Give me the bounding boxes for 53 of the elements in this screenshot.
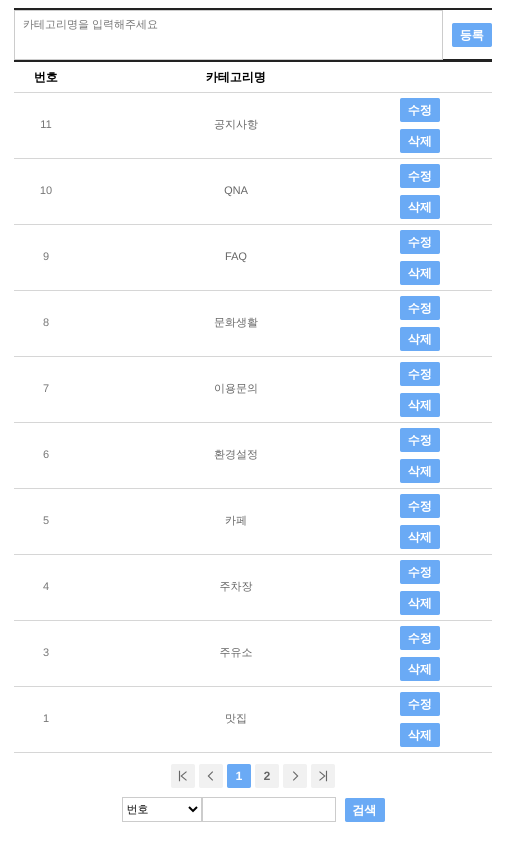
table-cell-text: 카페 (224, 514, 248, 530)
edit-button[interactable]: 수정 (400, 296, 440, 320)
first-page-button[interactable] (171, 764, 195, 788)
table-cell-text: 5 (42, 514, 50, 530)
delete-button[interactable]: 삭제 (400, 129, 440, 153)
table-cell-text: 환경설정 (213, 448, 259, 464)
page-button[interactable]: 1 (227, 764, 251, 788)
column-header: 번호 (33, 69, 59, 86)
table-cell-text: 이용문의 (213, 382, 259, 398)
table-cell-text: 7 (42, 382, 50, 398)
table-cell-text: 11 (39, 118, 53, 134)
delete-button[interactable]: 삭제 (400, 591, 440, 615)
edit-button[interactable]: 수정 (400, 230, 440, 254)
table-cell-text: 4 (42, 580, 50, 596)
register-button[interactable]: 등록 (452, 22, 492, 46)
table-cell-text: 1 (42, 712, 50, 728)
edit-button[interactable]: 수정 (400, 494, 440, 518)
delete-button[interactable]: 삭제 (400, 327, 440, 351)
table-cell-text: 9 (42, 250, 50, 266)
table-cell-text: 맛집 (224, 712, 248, 728)
previous-page-button[interactable] (199, 764, 223, 788)
table-cell-text: 주차장 (218, 580, 254, 596)
edit-button[interactable]: 수정 (400, 98, 440, 122)
edit-button[interactable]: 수정 (400, 560, 440, 584)
table-cell-text: 8 (42, 316, 50, 332)
column-header: 카테고리명 (205, 69, 267, 86)
table-cell-text: 3 (42, 646, 50, 662)
next-page-button[interactable] (283, 764, 307, 788)
table-cell-text: 10 (38, 184, 54, 200)
delete-button[interactable]: 삭제 (400, 723, 440, 747)
table-cell-text: 주유소 (218, 646, 254, 662)
edit-button[interactable]: 수정 (400, 362, 440, 386)
category-name-field[interactable]: 카테고리명을 입력해주세요 (14, 10, 443, 60)
edit-button[interactable]: 수정 (400, 626, 440, 650)
delete-button[interactable]: 삭제 (400, 393, 440, 417)
delete-button[interactable]: 삭제 (400, 525, 440, 549)
edit-button[interactable]: 수정 (400, 692, 440, 716)
search-field[interactable] (202, 797, 336, 822)
search-type-dropdown[interactable]: 번호 (122, 797, 202, 822)
table-cell-text: FAQ (224, 250, 248, 266)
search-button[interactable]: 검색 (344, 798, 384, 822)
delete-button[interactable]: 삭제 (400, 459, 440, 483)
table-cell-text: QNA (223, 184, 249, 200)
delete-button[interactable]: 삭제 (400, 261, 440, 285)
table-cell-text: 공지사항 (213, 118, 259, 134)
delete-button[interactable]: 삭제 (400, 195, 440, 219)
edit-button[interactable]: 수정 (400, 164, 440, 188)
last-page-button[interactable] (311, 764, 335, 788)
page-button[interactable]: 2 (255, 764, 279, 788)
edit-button[interactable]: 수정 (400, 428, 440, 452)
table-cell-text: 문화생활 (213, 316, 259, 332)
delete-button[interactable]: 삭제 (400, 657, 440, 681)
table-cell-text: 6 (42, 448, 50, 464)
